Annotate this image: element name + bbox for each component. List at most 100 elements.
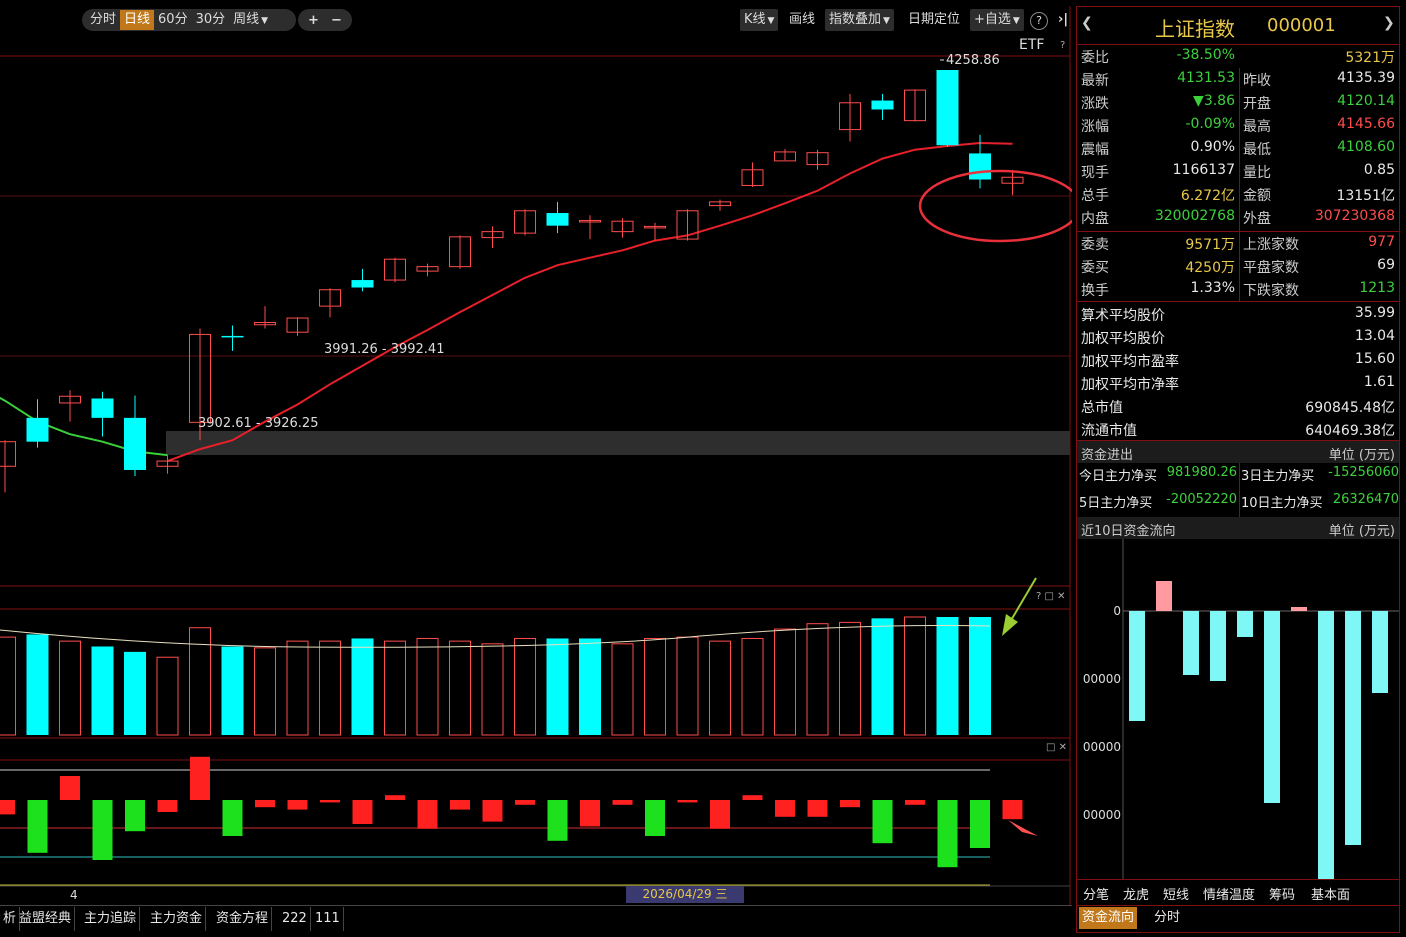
candle [481, 226, 504, 249]
etf-label[interactable]: ETF [1019, 37, 1044, 53]
draw-line-button[interactable]: 画线 [785, 9, 819, 31]
candle-body [221, 335, 244, 338]
tab-222[interactable]: 222 [279, 907, 311, 931]
flow-bar [742, 795, 763, 800]
flow-header: 资金进出 单位 (万元) [1077, 441, 1399, 463]
period-60min[interactable]: 60分 [154, 10, 192, 30]
quote-value: -38.50% [1176, 47, 1235, 63]
collapse-panel-icon[interactable]: ›| [1054, 9, 1072, 31]
stat-row: 总市值 690845.48亿 [1077, 395, 1399, 418]
volume-bar [546, 638, 569, 735]
quote-value: 0.85 [1363, 162, 1395, 178]
kline-chart[interactable]: 4258.86 3991.26 - 3992.41 3902.61 - 3926.2… [0, 0, 1072, 937]
period-minute[interactable]: 分时 [86, 10, 120, 30]
zoom-out-button[interactable]: − [331, 13, 342, 28]
side-tab[interactable]: 分笔 [1083, 884, 1109, 903]
quote-row: 换手 1.33% 下跌家数 1213 [1077, 278, 1399, 301]
candle-body [351, 280, 374, 288]
candle [124, 395, 146, 476]
annotation-arrow-head [1002, 614, 1018, 636]
stock-code: 000001 [1267, 15, 1336, 36]
add-watchlist-button[interactable]: +自选 ▼ [970, 9, 1024, 31]
tab-capital-flow[interactable]: 资金流向 [1079, 907, 1138, 929]
candle [319, 288, 341, 318]
volume-panel-controls: ? □ ✕ [1036, 591, 1066, 602]
quote-value: -0.09% [1185, 116, 1235, 132]
period-week[interactable]: 周线 ▼ [229, 10, 272, 30]
flow10-unit: 单位 (万元) [1328, 524, 1395, 539]
candle [514, 209, 536, 236]
close-icon[interactable]: ✕ [1057, 591, 1065, 602]
candle-body [26, 417, 49, 442]
side-tab[interactable]: 龙虎 [1123, 884, 1149, 903]
flow10-bar [1129, 611, 1145, 721]
flow-unit: 单位 (万元) [1328, 448, 1395, 463]
quote-row: 委卖 9571万 上涨家数 977 [1077, 232, 1399, 255]
price-gap-label: 3902.61 - 3926.25 [198, 416, 318, 431]
period-day[interactable]: 日线 [120, 10, 155, 30]
volume-bar [286, 640, 309, 736]
side-tab[interactable]: 筹码 [1269, 884, 1295, 903]
zoom-controls: + − [298, 9, 352, 31]
kline-menu-button[interactable]: K线 ▼ [740, 9, 779, 31]
quote-value: 1166137 [1172, 162, 1235, 178]
flow10-header: 近10日资金流向 单位 (万元) [1077, 517, 1399, 539]
help-icon[interactable]: ? [1036, 591, 1041, 602]
chevron-down-icon: ▼ [767, 16, 775, 26]
flow-cell: 10日主力净买 26326470 [1241, 492, 1399, 516]
flow10-chart: 0000000000000000 [1083, 539, 1399, 879]
highlight-circle [918, 169, 1072, 243]
tab-yimeng-classic[interactable]: 益盟经典 [16, 907, 76, 931]
quote-row: 涨幅 -0.09% 最高 4145.66 [1077, 114, 1399, 137]
candle-body [546, 213, 569, 226]
help-icon[interactable]: ? [1030, 12, 1048, 30]
quote-label: 换手 [1081, 283, 1109, 299]
quote-row: 涨跌 ▼3.86 开盘 4120.14 [1077, 91, 1399, 114]
stat-row: 算术平均股价 35.99 [1077, 303, 1399, 326]
flow-bar [645, 800, 665, 836]
tab-intraday[interactable]: 分时 [1151, 907, 1183, 929]
quote-label: 最新 [1081, 73, 1109, 89]
quote-row: 最新 4131.53 昨收 4135.39 [1077, 68, 1399, 91]
volume-bar [839, 621, 861, 736]
flow10-bar [1345, 611, 1361, 845]
volume-bar [0, 636, 16, 736]
quote-value: 69 [1377, 257, 1395, 273]
quote-label: 昨收 [1243, 73, 1271, 89]
candle [26, 399, 49, 448]
tab-111[interactable]: 111 [312, 907, 344, 931]
divider [1239, 463, 1240, 517]
prev-stock-icon[interactable]: ❮ [1081, 15, 1093, 31]
divider [1077, 301, 1399, 302]
tab-main-capital[interactable]: 主力资金 [147, 907, 207, 931]
side-tab[interactable]: 基本面 [1311, 884, 1350, 903]
tab-capital-equation[interactable]: 资金方程 [213, 907, 273, 931]
close-icon[interactable]: ✕ [1059, 742, 1067, 753]
period-30min[interactable]: 30分 [192, 10, 230, 30]
help-icon[interactable]: ? [1060, 40, 1065, 51]
quote-label: 最低 [1243, 142, 1271, 158]
candle-body [936, 70, 959, 146]
candle [254, 306, 276, 329]
zoom-in-button[interactable]: + [308, 13, 319, 28]
candle [449, 235, 471, 269]
index-overlay-button[interactable]: 指数叠加 ▼ [825, 9, 894, 31]
side-tab[interactable]: 短线 [1163, 884, 1189, 903]
candle [546, 201, 569, 234]
volume-bar [774, 628, 796, 736]
restore-icon[interactable]: □ [1045, 591, 1054, 602]
quote-label: 涨幅 [1081, 119, 1109, 135]
candle [416, 263, 439, 277]
volume-bar [611, 643, 634, 736]
flow10-bar [1183, 611, 1199, 675]
restore-icon[interactable]: □ [1046, 742, 1055, 753]
tab-main-tracking[interactable]: 主力追踪 [81, 907, 141, 931]
volume-bar [91, 646, 114, 735]
candle-body [969, 153, 991, 180]
date-locate-button[interactable]: 日期定位 [904, 9, 964, 31]
side-tab[interactable]: 情绪温度 [1203, 884, 1255, 903]
next-stock-icon[interactable]: ❯ [1383, 15, 1395, 31]
quote-value: 4120.14 [1337, 93, 1395, 109]
chart-area[interactable]: 4258.86 3991.26 - 3992.41 3902.61 - 3926.2… [0, 0, 1072, 937]
date-tick: 4 [70, 888, 78, 902]
